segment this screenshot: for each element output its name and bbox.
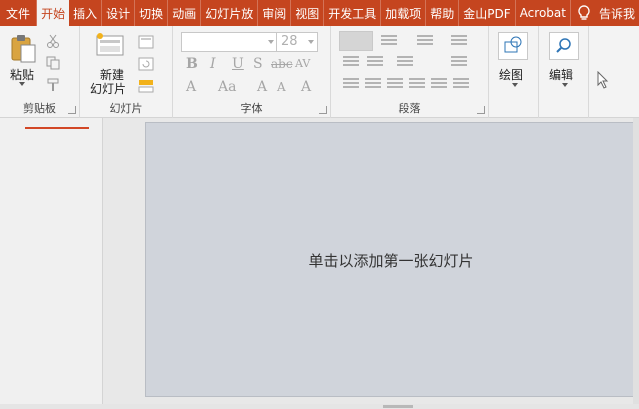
editing-dropdown-arrow[interactable] bbox=[562, 83, 568, 87]
font-launcher[interactable] bbox=[319, 106, 327, 114]
columns-icon[interactable] bbox=[397, 56, 413, 70]
tab-insert[interactable]: 插入 bbox=[69, 0, 103, 26]
shrink-font-button[interactable]: A bbox=[277, 80, 286, 94]
group-font: 28 B I U S abc AV A Aa A A A 字体 bbox=[173, 26, 331, 118]
bullets-button[interactable] bbox=[339, 31, 373, 51]
font-size-combo[interactable]: 28 bbox=[276, 32, 318, 52]
shapes-icon bbox=[504, 36, 522, 53]
scrollbar-thumb[interactable] bbox=[383, 405, 413, 408]
group-paragraph: 段落 bbox=[331, 26, 489, 118]
paragraph-launcher[interactable] bbox=[477, 106, 485, 114]
section-icon[interactable] bbox=[138, 79, 156, 93]
grow-font-button[interactable]: A bbox=[257, 79, 267, 95]
paste-icon[interactable] bbox=[9, 34, 37, 64]
line-spacing-icon[interactable] bbox=[417, 35, 433, 49]
lightbulb-icon bbox=[578, 5, 590, 20]
drawing-label[interactable]: 绘图 bbox=[499, 66, 523, 83]
group-label-paragraph: 段落 bbox=[398, 102, 421, 115]
increase-indent-icon[interactable] bbox=[367, 56, 383, 70]
group-editing: 编辑 bbox=[539, 26, 589, 118]
change-case-button[interactable]: Aa bbox=[218, 79, 236, 95]
bold-button[interactable]: B bbox=[186, 56, 198, 72]
insertion-marker bbox=[25, 127, 89, 129]
group-drawing: 绘图 bbox=[489, 26, 539, 118]
format-painter-icon[interactable] bbox=[46, 78, 60, 92]
tab-addins[interactable]: 加载项 bbox=[381, 0, 427, 26]
mouse-cursor-icon bbox=[597, 71, 609, 89]
new-slide-label-line2[interactable]: 幻灯片 bbox=[90, 80, 126, 97]
align-text-icon[interactable] bbox=[451, 56, 467, 70]
group-label-slides: 幻灯片 bbox=[109, 102, 143, 115]
smartart-icon[interactable] bbox=[453, 78, 469, 92]
tab-home[interactable]: 开始 bbox=[37, 0, 70, 26]
drawing-dropdown-arrow[interactable] bbox=[512, 83, 518, 87]
tab-view[interactable]: 视图 bbox=[291, 0, 325, 26]
shadow-button[interactable]: S bbox=[253, 56, 263, 72]
tab-design[interactable]: 设计 bbox=[102, 0, 136, 26]
copy-icon[interactable] bbox=[46, 56, 60, 70]
distributed-icon[interactable] bbox=[431, 78, 447, 92]
font-color-button[interactable]: A bbox=[186, 79, 196, 95]
decrease-indent-icon[interactable] bbox=[343, 56, 359, 70]
tab-transitions[interactable]: 切换 bbox=[135, 0, 169, 26]
tab-kingsoft-pdf[interactable]: 金山PDF bbox=[459, 0, 516, 26]
tab-acrobat[interactable]: Acrobat bbox=[516, 0, 571, 26]
group-label-font: 字体 bbox=[240, 102, 263, 115]
vertical-scrollbar[interactable] bbox=[633, 118, 639, 404]
tab-developer[interactable]: 开发工具 bbox=[324, 0, 382, 26]
paste-button[interactable]: 粘贴 bbox=[10, 66, 34, 83]
italic-button[interactable]: I bbox=[210, 56, 216, 72]
text-direction-icon[interactable] bbox=[451, 35, 467, 49]
clipboard-launcher[interactable] bbox=[68, 106, 76, 114]
tab-help[interactable]: 帮助 bbox=[426, 0, 460, 26]
group-clipboard: 粘贴 剪贴板 bbox=[0, 26, 80, 118]
reset-icon[interactable] bbox=[138, 57, 156, 71]
underline-button[interactable]: U bbox=[232, 56, 244, 72]
find-icon bbox=[556, 38, 571, 53]
numbering-icon[interactable] bbox=[381, 35, 397, 49]
char-spacing-button[interactable]: AV bbox=[295, 57, 310, 70]
align-right-icon[interactable] bbox=[387, 78, 403, 92]
tell-me-label: 告诉我 bbox=[598, 6, 635, 21]
align-left-icon[interactable] bbox=[343, 78, 359, 92]
strikethrough-button[interactable]: abc bbox=[271, 57, 293, 71]
tab-review[interactable]: 审阅 bbox=[258, 0, 292, 26]
font-name-combo[interactable] bbox=[181, 32, 278, 52]
editing-label[interactable]: 编辑 bbox=[549, 66, 573, 83]
paste-dropdown-arrow[interactable] bbox=[19, 82, 25, 86]
editing-button[interactable] bbox=[549, 32, 579, 60]
new-slide-icon[interactable] bbox=[96, 33, 126, 57]
slide-thumbnail-pane[interactable] bbox=[0, 118, 103, 404]
justify-icon[interactable] bbox=[409, 78, 425, 92]
drawing-button[interactable] bbox=[498, 32, 528, 60]
tell-me-search[interactable]: 告诉我 bbox=[571, 0, 639, 26]
align-center-icon[interactable] bbox=[365, 78, 381, 92]
font-size-value: 28 bbox=[281, 34, 298, 49]
group-slides: 新建 幻灯片 幻灯片 bbox=[80, 26, 173, 118]
slide-canvas[interactable]: 单击以添加第一张幻灯片 bbox=[145, 122, 637, 397]
horizontal-scrollbar[interactable] bbox=[0, 404, 639, 409]
layout-icon[interactable] bbox=[138, 35, 156, 49]
tab-slideshow[interactable]: 幻灯片放 bbox=[201, 0, 259, 26]
tab-file[interactable]: 文件 bbox=[0, 0, 38, 26]
ribbon-tab-bar: 文件 开始 插入 设计 切换 动画 幻灯片放 审阅 视图 开发工具 加载项 帮助… bbox=[0, 0, 639, 26]
cut-icon[interactable] bbox=[46, 34, 60, 48]
add-first-slide-prompt[interactable]: 单击以添加第一张幻灯片 bbox=[146, 250, 636, 271]
tab-animations[interactable]: 动画 bbox=[168, 0, 202, 26]
editing-stage: 单击以添加第一张幻灯片 bbox=[103, 118, 639, 404]
clear-format-button[interactable]: A bbox=[301, 79, 311, 95]
ribbon: 粘贴 剪贴板 新建 幻灯片 幻灯片 28 B I U S abc AV A Aa… bbox=[0, 26, 639, 118]
